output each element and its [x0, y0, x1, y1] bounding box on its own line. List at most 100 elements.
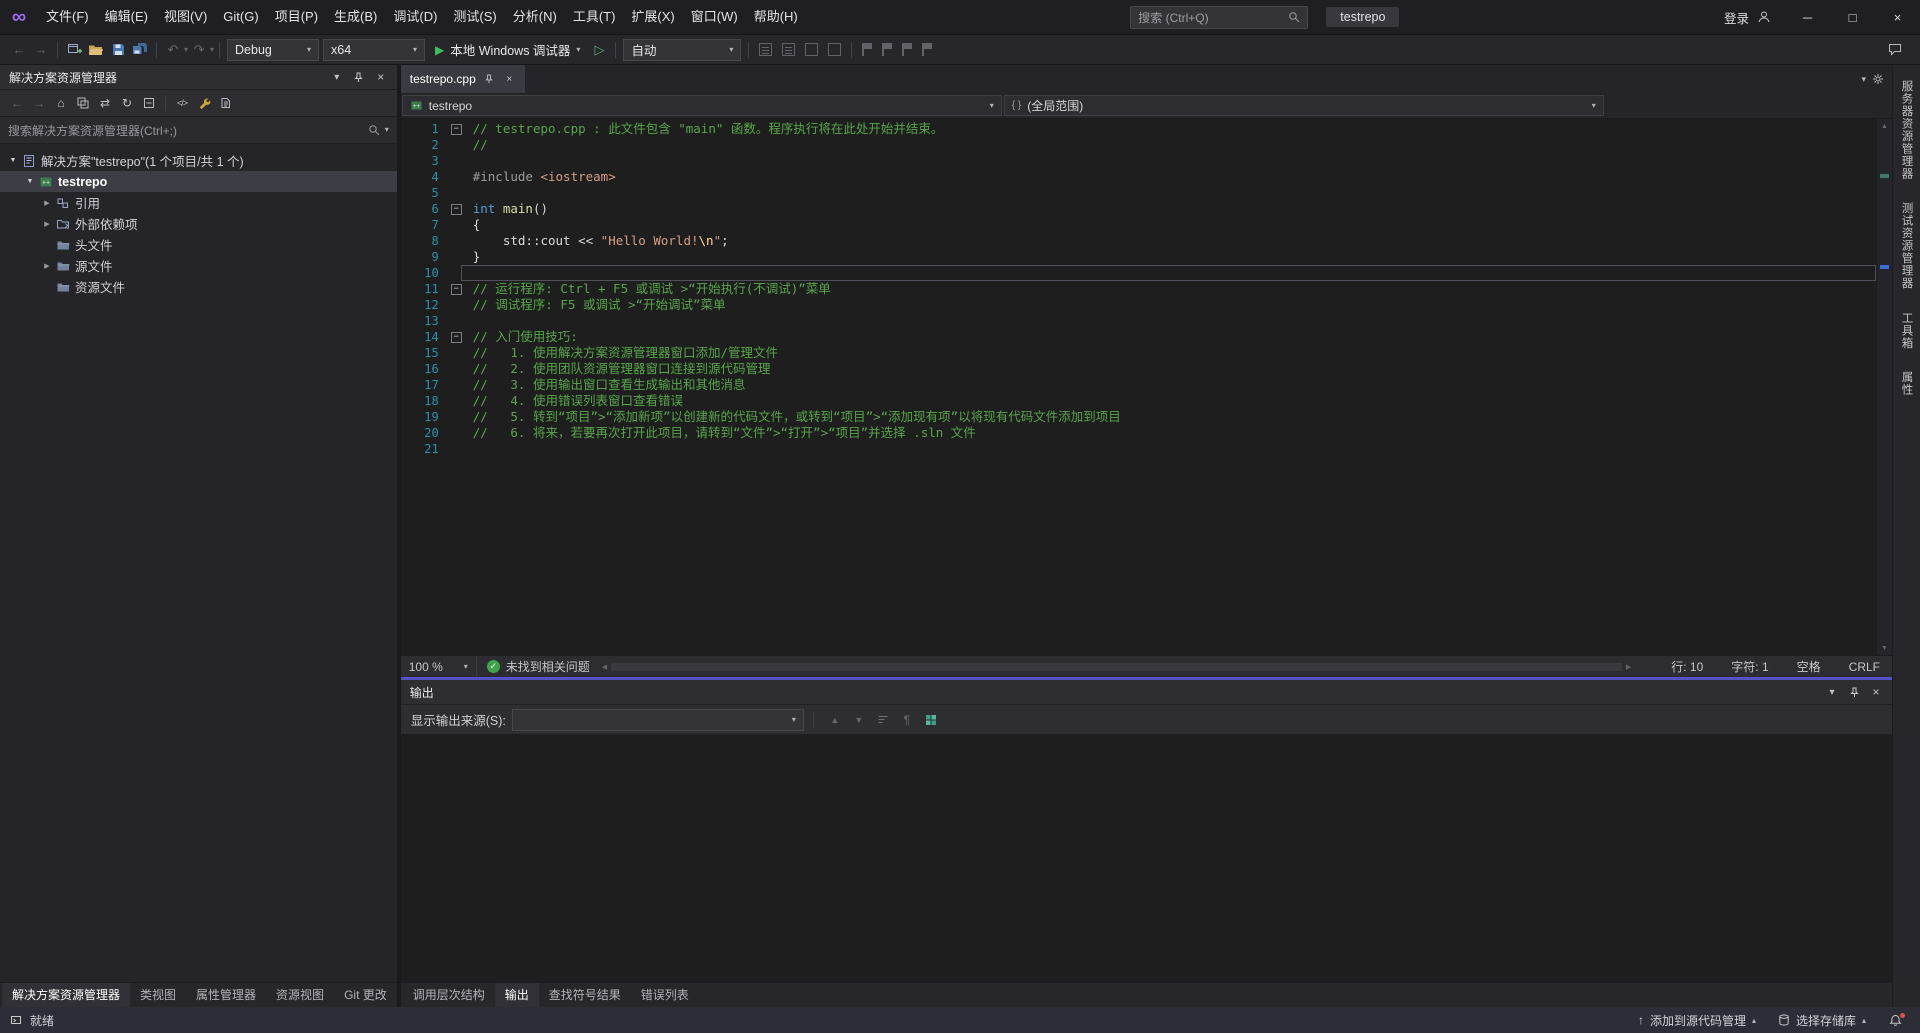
- horizontal-scroll-thumb[interactable]: [611, 663, 1622, 671]
- output-content[interactable]: [401, 735, 1892, 982]
- cursor-line-indicator[interactable]: 行: 10: [1671, 658, 1703, 675]
- menu-item[interactable]: 扩展(X): [623, 0, 682, 34]
- indent-increase-icon[interactable]: [782, 43, 795, 56]
- tree-expander-icon[interactable]: ▶: [40, 262, 54, 270]
- code-line[interactable]: 19// 5. 转到“项目”>“添加新项”以创建新的代码文件，或转到“项目”>“…: [401, 409, 1892, 425]
- menu-item[interactable]: 调试(D): [385, 0, 445, 34]
- switch-views-icon[interactable]: [72, 92, 94, 114]
- code-line[interactable]: 6−int main(): [401, 201, 1892, 217]
- code-line[interactable]: 9}: [401, 249, 1892, 265]
- editor-options-gear-icon[interactable]: [1872, 73, 1884, 85]
- back-icon[interactable]: ←: [6, 92, 28, 114]
- maximize-button[interactable]: □: [1830, 0, 1875, 34]
- configuration-dropdown[interactable]: Debug▾: [227, 39, 319, 61]
- view-code-icon[interactable]: </>: [171, 92, 193, 114]
- panel-tab[interactable]: 查找符号结果: [539, 983, 631, 1007]
- menu-item[interactable]: 文件(F): [38, 0, 97, 34]
- pin-icon[interactable]: [1844, 682, 1864, 702]
- menu-item[interactable]: 窗口(W): [683, 0, 746, 34]
- code-line[interactable]: 18// 4. 使用错误列表窗口查看错误: [401, 393, 1892, 409]
- menu-item[interactable]: 测试(S): [445, 0, 504, 34]
- code-editor[interactable]: 1−// testrepo.cpp : 此文件包含 "main" 函数。程序执行…: [401, 121, 1892, 457]
- editor-vertical-scrollbar[interactable]: ▲ ▼: [1876, 119, 1892, 655]
- close-icon[interactable]: ×: [1866, 682, 1886, 702]
- save-all-icon[interactable]: [129, 39, 151, 61]
- solution-explorer-search[interactable]: 搜索解决方案资源管理器(Ctrl+;) ▾: [0, 117, 397, 144]
- code-line[interactable]: 21: [401, 441, 1892, 457]
- tree-expander-icon[interactable]: ▶: [40, 199, 54, 207]
- scroll-down-icon[interactable]: ▼: [1877, 641, 1892, 655]
- menu-item[interactable]: 帮助(H): [746, 0, 806, 34]
- code-line[interactable]: 2//: [401, 137, 1892, 153]
- zoom-dropdown[interactable]: 100 %▾: [401, 656, 477, 677]
- code-line[interactable]: 11−// 运行程序: Ctrl + F5 或调试 >“开始执行(不调试)”菜单: [401, 281, 1892, 297]
- forward-icon[interactable]: →: [28, 92, 50, 114]
- scrollbar-track[interactable]: [1877, 133, 1892, 641]
- tree-expander-icon[interactable]: ▼: [6, 157, 20, 164]
- code-line[interactable]: 10: [401, 265, 1892, 281]
- goto-next-message-icon[interactable]: ▼: [847, 709, 871, 731]
- panel-tab[interactable]: 错误列表: [631, 983, 699, 1007]
- code-line[interactable]: 12// 调试程序: F5 或调试 >“开始调试”菜单: [401, 297, 1892, 313]
- refresh-icon[interactable]: ↻: [116, 92, 138, 114]
- menu-item[interactable]: Git(G): [215, 0, 266, 34]
- menu-item[interactable]: 编辑(E): [97, 0, 156, 34]
- project-scope-dropdown[interactable]: ++ testrepo ▾: [402, 95, 1002, 116]
- document-tab-testrepo-cpp[interactable]: testrepo.cpp ×: [401, 65, 525, 93]
- undo-icon[interactable]: ↶: [162, 39, 184, 61]
- sign-in-button[interactable]: 登录: [1724, 8, 1749, 27]
- dock-tab[interactable]: 工具箱: [1899, 303, 1915, 359]
- new-project-icon[interactable]: [63, 39, 85, 61]
- indent-decrease-icon[interactable]: [759, 43, 772, 56]
- prev-bookmark-icon[interactable]: [882, 43, 892, 56]
- save-icon[interactable]: [107, 39, 129, 61]
- sidebar-tab[interactable]: 解决方案资源管理器: [2, 983, 130, 1007]
- menu-item[interactable]: 生成(B): [326, 0, 385, 34]
- user-profile-icon[interactable]: [1757, 10, 1771, 24]
- tree-item[interactable]: ▶外部依赖项: [0, 213, 397, 234]
- menu-item[interactable]: 视图(V): [156, 0, 215, 34]
- show-all-files-icon[interactable]: [215, 92, 237, 114]
- output-source-dropdown[interactable]: ▾: [512, 709, 804, 731]
- code-line[interactable]: 3: [401, 153, 1892, 169]
- home-icon[interactable]: ⌂: [50, 92, 72, 114]
- code-line[interactable]: 5: [401, 185, 1892, 201]
- collapse-region-toggle[interactable]: −: [451, 204, 462, 215]
- sidebar-tab[interactable]: 类视图: [130, 983, 186, 1007]
- document-health-indicator[interactable]: ✓ 未找到相关问题: [487, 658, 590, 675]
- tree-item[interactable]: 头文件: [0, 234, 397, 255]
- clear-all-icon[interactable]: [871, 709, 895, 731]
- search-options-chevron-icon[interactable]: ▾: [385, 126, 389, 134]
- tree-item[interactable]: ▶引用: [0, 192, 397, 213]
- tree-expander-icon[interactable]: ▼: [23, 178, 37, 185]
- hot-reload-mode-dropdown[interactable]: 自动▾: [623, 39, 741, 61]
- next-bookmark-icon[interactable]: [902, 43, 912, 56]
- editor-horizontal-scrollbar[interactable]: ◀ ▶: [602, 656, 1632, 677]
- dock-tab[interactable]: 测试资源管理器: [1899, 193, 1915, 299]
- start-debugging-button[interactable]: ▶ 本地 Windows 调试器 ▾: [427, 38, 588, 62]
- code-line[interactable]: 20// 6. 将来，若要再次打开此项目，请转到“文件”>“打开”>“项目”并选…: [401, 425, 1892, 441]
- member-scope-dropdown[interactable]: { } (全局范围) ▾: [1004, 95, 1604, 116]
- code-line[interactable]: 16// 2. 使用团队资源管理器窗口连接到源代码管理: [401, 361, 1892, 377]
- goto-prev-message-icon[interactable]: ▲: [823, 709, 847, 731]
- sidebar-tab[interactable]: Git 更改: [334, 983, 397, 1007]
- code-line[interactable]: 15// 1. 使用解决方案资源管理器窗口添加/管理文件: [401, 345, 1892, 361]
- panel-tab[interactable]: 输出: [495, 983, 539, 1007]
- code-line[interactable]: 4#include <iostream>: [401, 169, 1892, 185]
- code-line[interactable]: 7{: [401, 217, 1892, 233]
- pin-tab-icon[interactable]: [483, 73, 496, 86]
- toggle-auto-scroll-icon[interactable]: [919, 709, 943, 731]
- pin-icon[interactable]: [349, 67, 369, 87]
- redo-dropdown-icon[interactable]: ▾: [210, 46, 214, 54]
- open-file-icon[interactable]: [85, 39, 107, 61]
- code-line[interactable]: 13: [401, 313, 1892, 329]
- code-line[interactable]: 1−// testrepo.cpp : 此文件包含 "main" 函数。程序执行…: [401, 121, 1892, 137]
- dock-tab[interactable]: 属性: [1899, 362, 1915, 405]
- properties-wrench-icon[interactable]: [193, 92, 215, 114]
- close-tab-icon[interactable]: ×: [503, 73, 516, 86]
- tree-item[interactable]: ▼解决方案"testrepo"(1 个项目/共 1 个): [0, 150, 397, 171]
- indent-mode-indicator[interactable]: 空格: [1797, 658, 1821, 675]
- menu-item[interactable]: 项目(P): [267, 0, 326, 34]
- tree-expander-icon[interactable]: ▶: [40, 220, 54, 228]
- code-editor-surface[interactable]: 1−// testrepo.cpp : 此文件包含 "main" 函数。程序执行…: [401, 119, 1892, 655]
